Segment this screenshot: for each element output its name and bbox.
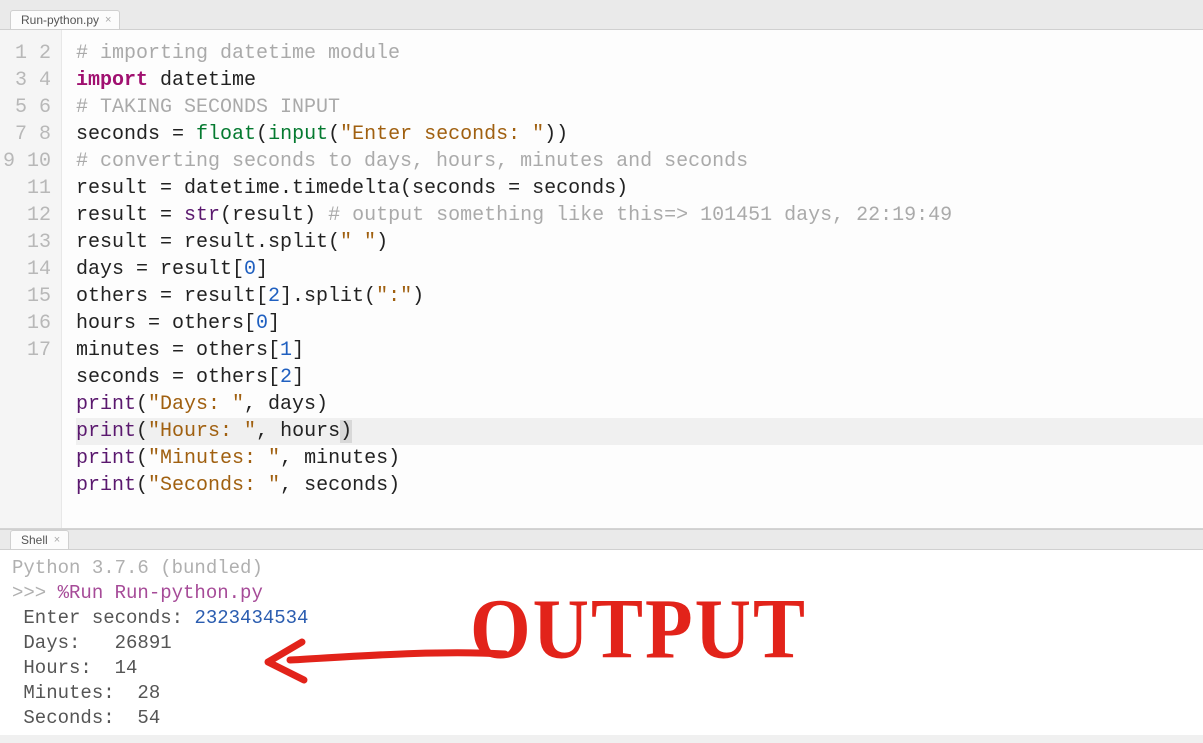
shell-command: %Run Run-python.py [58,582,263,604]
editor-tab-strip: Run-python.py × [0,10,1203,30]
shell-panel[interactable]: Python 3.7.6 (bundled) >>> %Run Run-pyth… [0,550,1203,735]
code-line: days = result[0] [76,256,1203,283]
code-line: seconds = others[2] [76,364,1203,391]
code-line: others = result[2].split(":") [76,283,1203,310]
shell-version: Python 3.7.6 (bundled) [12,557,263,579]
code-line: hours = others[0] [76,310,1203,337]
shell-tab-strip: Shell × [0,529,1203,550]
close-icon[interactable]: × [54,534,60,546]
editor-tab[interactable]: Run-python.py × [10,10,120,29]
shell-tab-label: Shell [21,533,48,547]
shell-tab[interactable]: Shell × [10,530,69,549]
code-line: print("Seconds: ", seconds) [76,472,1203,499]
code-line: seconds = float(input("Enter seconds: ")… [76,121,1203,148]
code-line: print("Days: ", days) [76,391,1203,418]
shell-output-days: Days: 26891 [12,632,172,654]
code-body[interactable]: # importing datetime moduleimport dateti… [62,30,1203,528]
code-line: import datetime [76,67,1203,94]
shell-prompt: >>> [12,582,58,604]
code-line: print("Minutes: ", minutes) [76,445,1203,472]
shell-output-enter-value: 2323434534 [194,607,308,629]
close-icon[interactable]: × [105,14,111,26]
code-line: minutes = others[1] [76,337,1203,364]
editor-tab-label: Run-python.py [21,13,99,27]
code-line: result = result.split(" ") [76,229,1203,256]
code-line-active: print("Hours: ", hours) [76,418,1203,445]
code-line: result = str(result) # output something … [76,202,1203,229]
shell-output-seconds: Seconds: 54 [12,707,160,729]
code-line: # importing datetime module [76,40,1203,67]
code-editor[interactable]: 1 2 3 4 5 6 7 8 9 10 11 12 13 14 15 16 1… [0,30,1203,529]
code-line: result = datetime.timedelta(seconds = se… [76,175,1203,202]
shell-output-hours: Hours: 14 [12,657,137,679]
code-line: # TAKING SECONDS INPUT [76,94,1203,121]
shell-output-enter-label: Enter seconds: [12,607,194,629]
shell-output-minutes: Minutes: 28 [12,682,160,704]
code-line: # converting seconds to days, hours, min… [76,148,1203,175]
line-gutter: 1 2 3 4 5 6 7 8 9 10 11 12 13 14 15 16 1… [0,30,62,528]
window-top-bar [0,0,1203,10]
